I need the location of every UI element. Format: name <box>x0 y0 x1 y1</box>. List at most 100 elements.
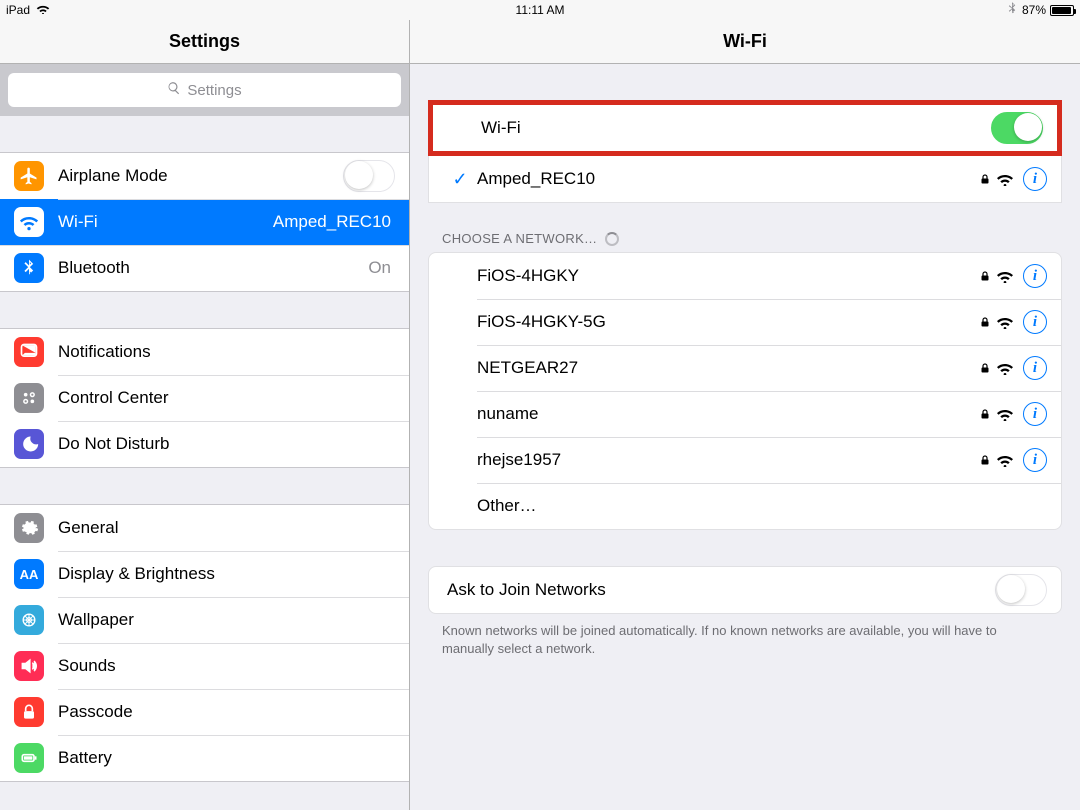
search-placeholder: Settings <box>187 82 241 99</box>
lock-icon <box>975 315 995 329</box>
sidebar-item-wallpaper[interactable]: Wallpaper <box>0 597 409 643</box>
checkmark-icon: ✓ <box>443 169 477 190</box>
network-name: rhejse1957 <box>477 450 975 470</box>
sidebar-item-display-brightness[interactable]: AA Display & Brightness <box>0 551 409 597</box>
wifi-strength-icon <box>995 407 1015 421</box>
info-button[interactable]: i <box>1023 264 1047 288</box>
network-row[interactable]: FiOS-4HGKY-5G i <box>429 299 1061 345</box>
network-name: NETGEAR27 <box>477 358 975 378</box>
connected-network-row[interactable]: ✓ Amped_REC10 i <box>429 156 1061 202</box>
cell-value: On <box>368 258 391 278</box>
detail-title: Wi-Fi <box>410 20 1080 64</box>
ask-to-join-footer: Known networks will be joined automatica… <box>442 622 1048 658</box>
sidebar-group-notifications: Notifications Control Center Do Not Dist… <box>0 328 409 468</box>
sidebar-item-do-not-disturb[interactable]: Do Not Disturb <box>0 421 409 467</box>
choose-network-header: Choose a Network… <box>442 231 1048 246</box>
info-button[interactable]: i <box>1023 356 1047 380</box>
info-button[interactable]: i <box>1023 448 1047 472</box>
status-bar: iPad 11:11 AM 87% <box>0 0 1080 20</box>
settings-sidebar: Settings Settings Airplane Mode <box>0 20 410 810</box>
gear-icon <box>14 513 44 543</box>
network-name: Amped_REC10 <box>477 169 975 189</box>
wifi-toggle-row[interactable]: Wi-Fi <box>433 105 1057 151</box>
sidebar-item-notifications[interactable]: Notifications <box>0 329 409 375</box>
sidebar-item-bluetooth[interactable]: Bluetooth On <box>0 245 409 291</box>
status-time: 11:11 AM <box>516 3 565 17</box>
wifi-icon <box>14 207 44 237</box>
ask-to-join-toggle[interactable] <box>995 574 1047 606</box>
other-network-row[interactable]: Other… <box>429 483 1061 529</box>
airplane-icon <box>14 161 44 191</box>
wifi-strength-icon <box>995 269 1015 283</box>
sidebar-item-airplane-mode[interactable]: Airplane Mode <box>0 153 409 199</box>
wifi-status-icon <box>36 3 50 17</box>
cell-label: Control Center <box>58 388 395 408</box>
sidebar-title: Settings <box>0 20 409 64</box>
cell-label: Battery <box>58 748 395 768</box>
wifi-toggle-group: Wi-Fi <box>428 100 1062 156</box>
battery-icon <box>1050 5 1074 16</box>
sidebar-group-general: General AA Display & Brightness Wallpape… <box>0 504 409 782</box>
lock-icon <box>14 697 44 727</box>
sidebar-item-battery[interactable]: Battery <box>0 735 409 781</box>
networks-group: FiOS-4HGKY i FiOS-4HGKY-5G i NETGEAR27 <box>428 252 1062 530</box>
wallpaper-icon <box>14 605 44 635</box>
search-icon <box>167 81 181 99</box>
network-name: FiOS-4HGKY <box>477 266 975 286</box>
sidebar-item-general[interactable]: General <box>0 505 409 551</box>
wifi-toggle[interactable] <box>991 112 1043 144</box>
network-name: FiOS-4HGKY-5G <box>477 312 975 332</box>
lock-icon <box>975 172 995 186</box>
wifi-strength-icon <box>995 361 1015 375</box>
bluetooth-status-icon <box>1008 2 1016 18</box>
cell-label: Bluetooth <box>58 258 368 278</box>
wifi-detail-panel: Wi-Fi Wi-Fi ✓ Amped_REC10 <box>410 20 1080 810</box>
cell-label: Wallpaper <box>58 610 395 630</box>
spinner-icon <box>605 232 619 246</box>
wifi-strength-icon <box>995 453 1015 467</box>
network-row[interactable]: nuname i <box>429 391 1061 437</box>
sidebar-item-sounds[interactable]: Sounds <box>0 643 409 689</box>
notifications-icon <box>14 337 44 367</box>
info-button[interactable]: i <box>1023 310 1047 334</box>
sidebar-item-wifi[interactable]: Wi-Fi Amped_REC10 <box>0 199 409 245</box>
battery-settings-icon <box>14 743 44 773</box>
network-row[interactable]: FiOS-4HGKY i <box>429 253 1061 299</box>
lock-icon <box>975 361 995 375</box>
connected-network-group: ✓ Amped_REC10 i <box>428 156 1062 203</box>
cell-label: Wi-Fi <box>58 212 273 232</box>
other-label: Other… <box>477 496 1047 516</box>
sidebar-item-passcode[interactable]: Passcode <box>0 689 409 735</box>
cell-value: Amped_REC10 <box>273 212 391 232</box>
lock-icon <box>975 407 995 421</box>
ask-to-join-row[interactable]: Ask to Join Networks <box>429 567 1061 613</box>
airplane-toggle[interactable] <box>343 160 395 192</box>
lock-icon <box>975 269 995 283</box>
ask-to-join-label: Ask to Join Networks <box>447 580 995 600</box>
search-wrap: Settings <box>0 64 409 116</box>
network-row[interactable]: NETGEAR27 i <box>429 345 1061 391</box>
device-label: iPad <box>6 3 30 17</box>
moon-icon <box>14 429 44 459</box>
sidebar-group-network: Airplane Mode Wi-Fi Amped_REC10 Bluetoot… <box>0 152 409 292</box>
wifi-strength-icon <box>995 315 1015 329</box>
battery-pct: 87% <box>1022 3 1046 17</box>
bluetooth-icon <box>14 253 44 283</box>
network-name: nuname <box>477 404 975 424</box>
display-icon: AA <box>14 559 44 589</box>
info-button[interactable]: i <box>1023 402 1047 426</box>
sidebar-item-control-center[interactable]: Control Center <box>0 375 409 421</box>
lock-icon <box>975 453 995 467</box>
network-row[interactable]: rhejse1957 i <box>429 437 1061 483</box>
wifi-toggle-label: Wi-Fi <box>481 118 991 138</box>
search-input[interactable]: Settings <box>8 73 401 107</box>
info-button[interactable]: i <box>1023 167 1047 191</box>
cell-label: Notifications <box>58 342 395 362</box>
sound-icon <box>14 651 44 681</box>
cell-label: General <box>58 518 395 538</box>
cell-label: Do Not Disturb <box>58 434 395 454</box>
cell-label: Airplane Mode <box>58 166 343 186</box>
ask-to-join-group: Ask to Join Networks <box>428 566 1062 614</box>
wifi-strength-icon <box>995 172 1015 186</box>
cell-label: Display & Brightness <box>58 564 395 584</box>
